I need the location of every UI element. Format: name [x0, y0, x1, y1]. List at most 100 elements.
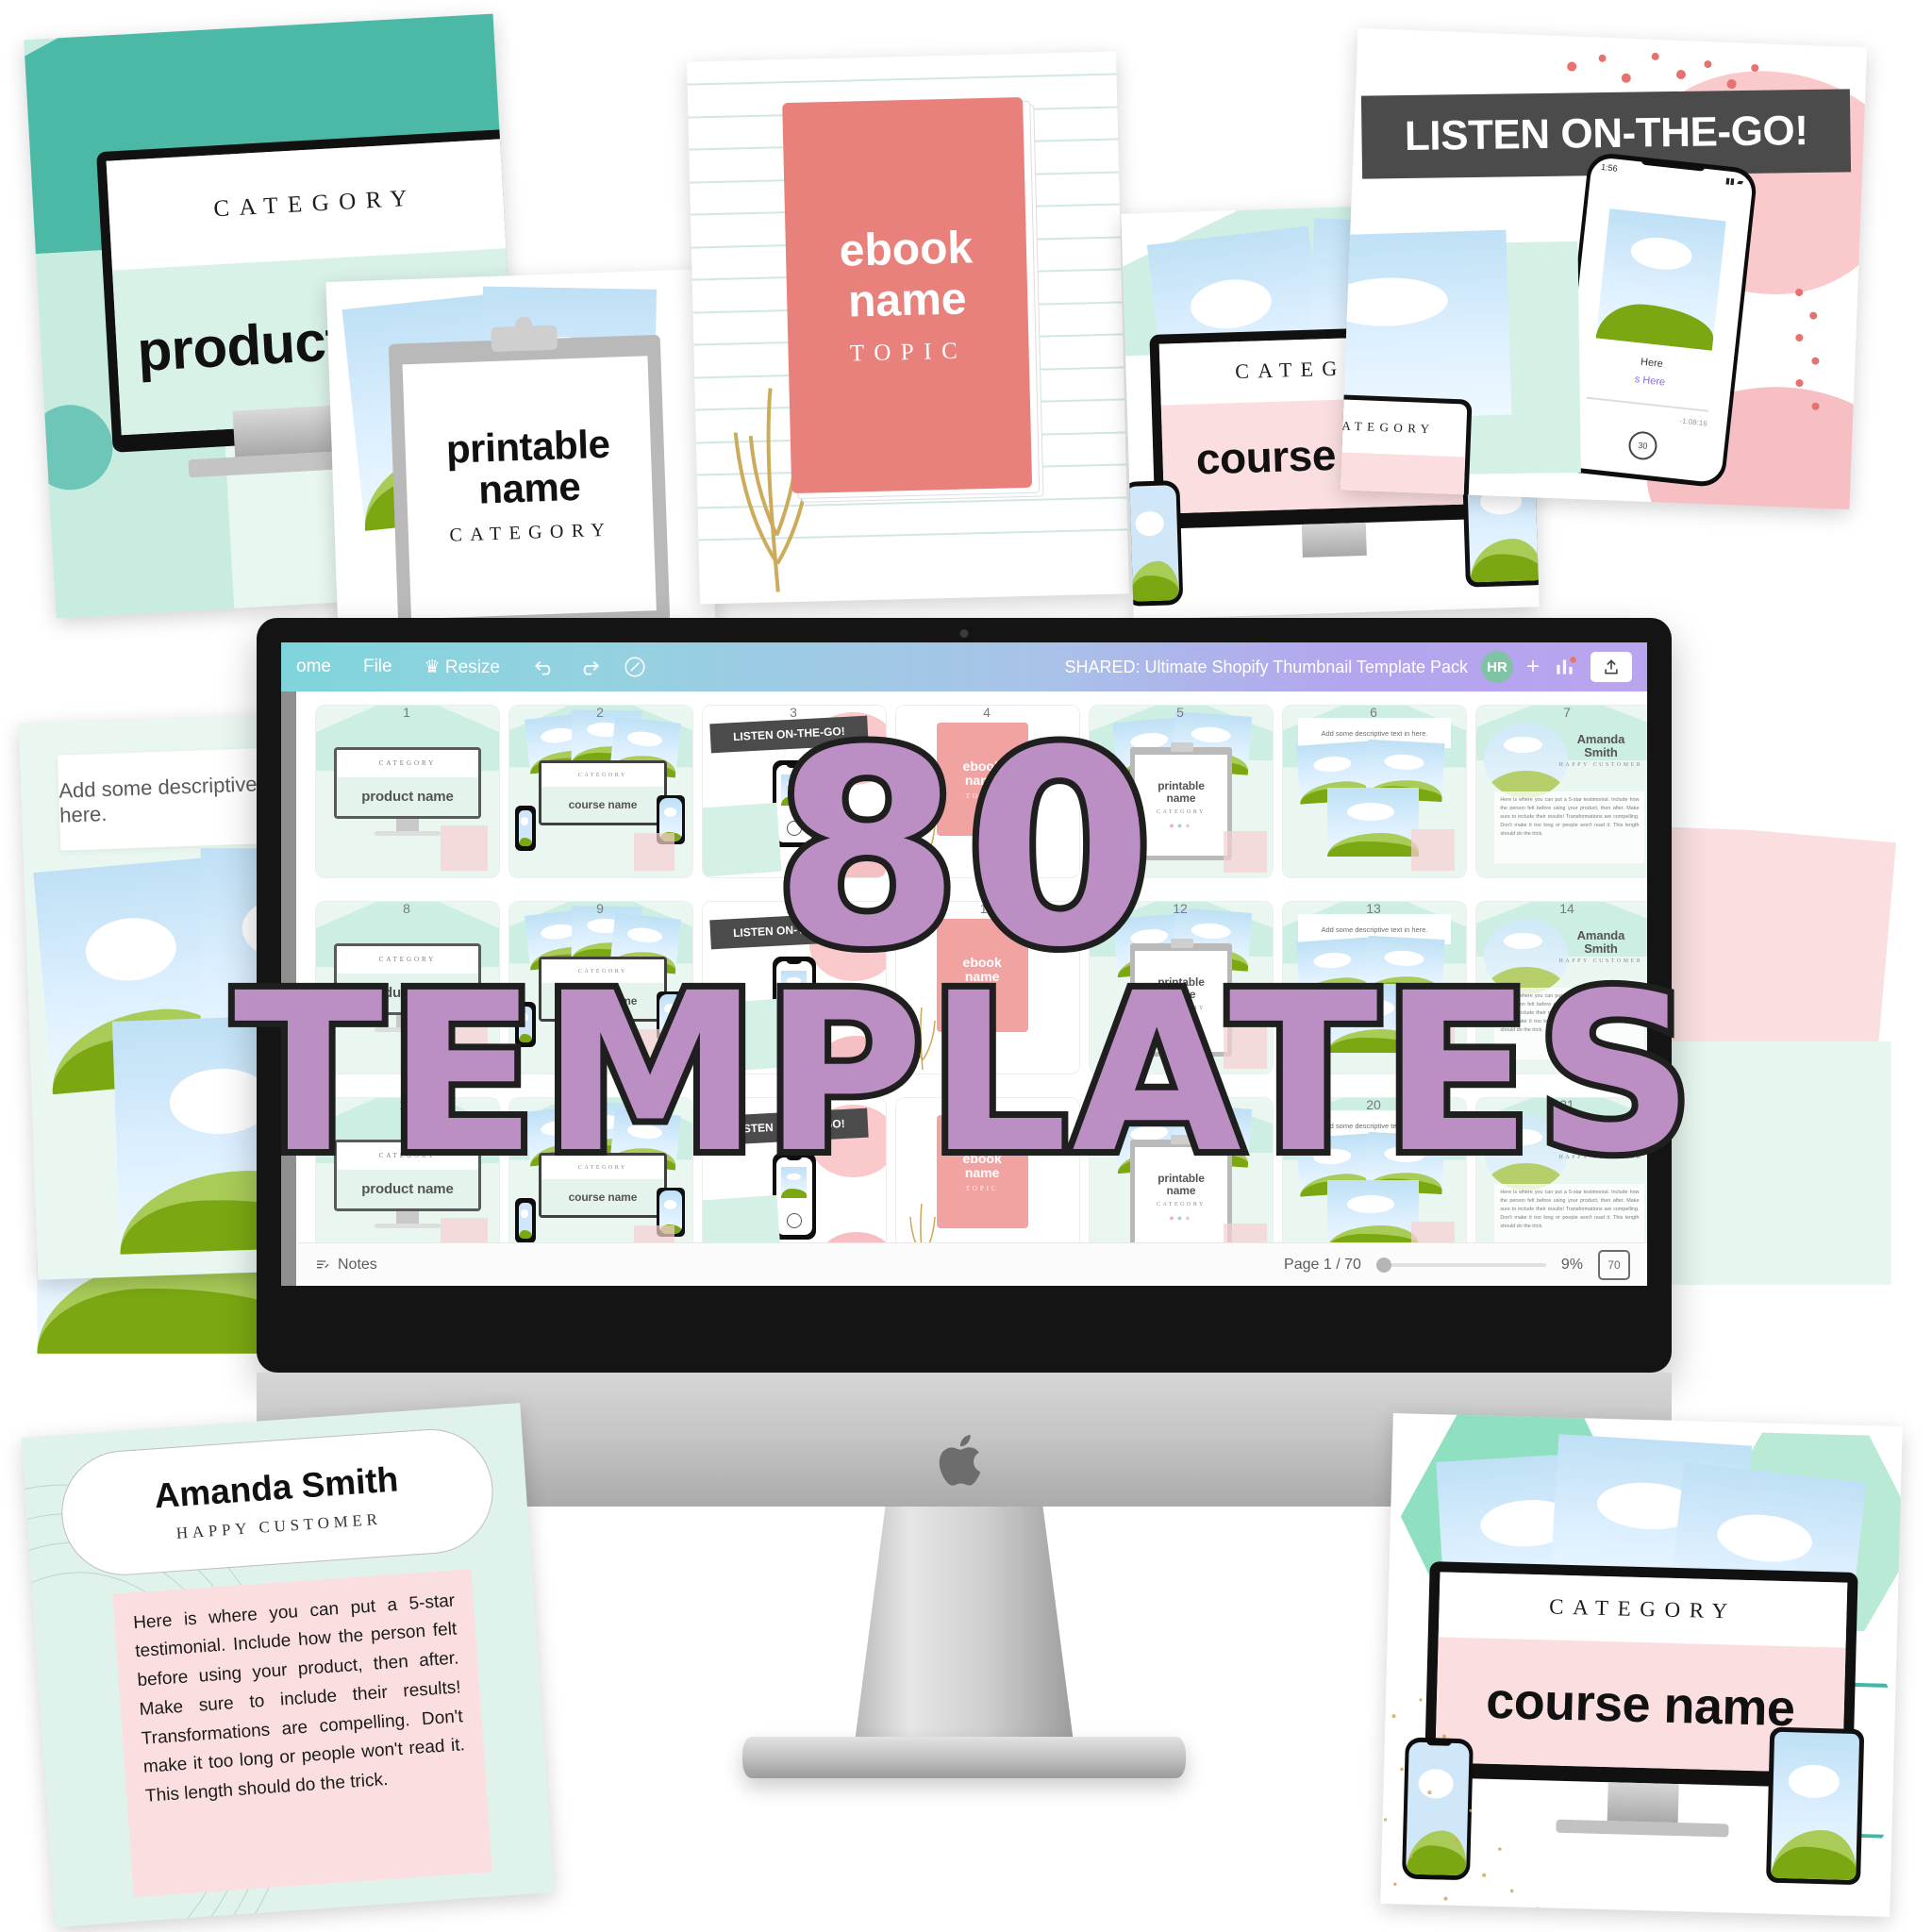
listen-phone-clock: 1:56 [1600, 162, 1618, 175]
listen-phone-remaining: -1:08:16 [1678, 416, 1707, 428]
imac-stand-neck [855, 1507, 1074, 1742]
canva-page-thumbnail[interactable]: CATEGORY product name [315, 1097, 500, 1242]
testimonial-quote: Here is where you can put a 5-star testi… [132, 1591, 466, 1807]
canva-page-thumbnail[interactable]: Amanda Smith HAPPY CUSTOMER Here is where y… [1475, 705, 1647, 878]
canva-page-number: 13 [1366, 901, 1381, 916]
canva-page-number: 10 [786, 901, 801, 916]
cloud-saved-icon[interactable] [623, 655, 647, 679]
canva-page-number: 7 [1563, 705, 1571, 720]
canva-page-number: 11 [979, 901, 994, 916]
canva-page-number: 6 [1370, 705, 1377, 720]
canva-status-bar: Notes Page 1 / 70 9% 70 [298, 1242, 1647, 1286]
collage-course-top-phone [1121, 479, 1184, 607]
collage-ebook-line3: TOPIC [849, 338, 968, 367]
undo-icon[interactable] [532, 655, 557, 679]
canva-design-title[interactable]: SHARED: Ultimate Shopify Thumbnail Templ… [1064, 658, 1468, 677]
canva-page-number: 15 [399, 1097, 414, 1112]
canva-page-thumbnail[interactable]: ebook name TOPIC [895, 1097, 1080, 1242]
canva-page-thumbnail[interactable]: Amanda Smith HAPPY CUSTOMER Here is where y… [1475, 901, 1647, 1074]
canva-page-number: 12 [1173, 901, 1188, 916]
canva-toolbar: ome File ♛ Resize SHARED: Ultimate Shopi… [281, 642, 1647, 691]
collage-course-bottom-tablet [1765, 1726, 1864, 1886]
canva-page-number: 18 [979, 1097, 994, 1112]
canva-page-thumbnail[interactable]: printable name CATEGORY ●●● [1089, 705, 1274, 878]
canva-title-area: SHARED: Ultimate Shopify Thumbnail Templ… [1064, 651, 1632, 683]
canva-page-thumbnail[interactable]: LISTEN ON-THE-GO! [702, 901, 887, 1074]
canva-page-number: 1 [403, 705, 410, 720]
collage-listen-card: LISTEN ON-THE-GO! 1:56 ▮▮ ▰ Here s Here … [1340, 27, 1868, 510]
canva-page-number: 4 [983, 705, 991, 720]
collage-testimonial-card: Amanda Smith HAPPY CUSTOMER Here is wher… [21, 1403, 555, 1927]
canva-sidebar[interactable] [281, 691, 296, 1286]
toolbar-resize-button[interactable]: ♛ Resize [425, 657, 500, 678]
canva-page-number: 14 [1559, 901, 1574, 916]
canva-page-number: 2 [596, 705, 604, 720]
canva-page-thumbnail[interactable]: printable name CATEGORY ●●● [1089, 901, 1274, 1074]
add-member-button[interactable]: + [1526, 654, 1540, 680]
notes-button[interactable]: Notes [315, 1257, 377, 1274]
confetti-dots-right-icon [1795, 288, 1820, 410]
collage-ebook-line2: name [847, 274, 968, 327]
testimonial-role: HAPPY CUSTOMER [175, 1509, 383, 1542]
collage-product-category: CATEGORY [212, 185, 418, 223]
testimonial-quote-box: Here is where you can put a 5-star testi… [112, 1568, 493, 1897]
canva-page-thumbnail[interactable]: LISTEN ON-THE-GO! [702, 705, 887, 878]
gold-glitter-icon [1384, 1698, 1541, 1910]
share-button[interactable] [1591, 652, 1632, 682]
product-mockup-canvas: Add some descriptive text in here. CATEG… [0, 0, 1932, 1932]
canva-page-number: 16 [592, 1097, 608, 1112]
listen-phone: 1:56 ▮▮ ▰ Here s Here -1:08:16 30 [1554, 151, 1758, 490]
canva-page-thumbnail[interactable]: ebook name TOPIC [895, 705, 1080, 878]
toolbar-home-button[interactable]: ome [296, 657, 331, 677]
collage-course-bottom-category: CATEGORY [1548, 1594, 1738, 1624]
imac-stand-foot [742, 1737, 1186, 1778]
canva-page-number: 19 [1173, 1097, 1188, 1112]
collage-ebook-line1: ebook [839, 223, 974, 276]
listen-phone-status-icons: ▮▮ ▰ [1724, 175, 1744, 188]
canva-page-thumbnail[interactable]: printable name CATEGORY ●●● [1089, 1097, 1274, 1242]
collage-ebook-card: ebook name TOPIC [687, 51, 1129, 605]
collage-printable-category: CATEGORY [449, 519, 613, 546]
canva-page-grid: CATEGORY product name 1 CATEGORY course name… [298, 691, 1647, 1242]
canva-page-thumbnail[interactable]: LISTEN ON-THE-GO! [702, 1097, 887, 1242]
insights-icon[interactable] [1553, 655, 1577, 679]
zoom-level[interactable]: 9% [1561, 1257, 1583, 1274]
imac-camera-icon [959, 629, 969, 638]
grid-view-button[interactable]: 70 [1598, 1249, 1630, 1280]
collage-printable-line1: printable [445, 421, 611, 472]
collage-printables-card: printable name CATEGORY [325, 269, 716, 641]
canva-page-number: 5 [1176, 705, 1184, 720]
imac-body: ome File ♛ Resize SHARED: Ultimate Shopi… [257, 618, 1672, 1373]
listen-phone-skip-icon: 30 [1626, 430, 1658, 462]
page-indicator[interactable]: Page 1 / 70 [1284, 1257, 1361, 1274]
canva-page-thumbnail[interactable]: ebook name TOPIC [895, 901, 1080, 1074]
canva-page-thumbnail[interactable]: Amanda Smith HAPPY CUSTOMER Here is where y… [1475, 1097, 1647, 1242]
canva-page-thumbnail[interactable]: CATEGORY course name [508, 901, 693, 1074]
zoom-slider-knob[interactable] [1375, 1257, 1391, 1273]
canva-page-number: 21 [1559, 1097, 1574, 1112]
canva-page-thumbnail[interactable]: CATEGORY product name [315, 901, 500, 1074]
notes-icon [317, 1259, 329, 1268]
canva-page-thumbnail[interactable]: CATEGORY course name [508, 705, 693, 878]
canva-page-number: 8 [403, 901, 410, 916]
listen-banner-text: LISTEN ON-THE-GO! [1404, 108, 1808, 159]
canva-page-thumbnail[interactable]: Add some descriptive text in here. [1282, 1097, 1467, 1242]
canva-page-thumbnail[interactable]: Add some descriptive text in here. [1282, 705, 1467, 878]
collage-course-card-bottom: CATEGORY course name [1380, 1413, 1903, 1917]
redo-icon[interactable] [577, 655, 602, 679]
imac-screen: ome File ♛ Resize SHARED: Ultimate Shopi… [281, 642, 1647, 1286]
canva-page-number: 17 [786, 1097, 801, 1112]
canva-page-number: 9 [596, 901, 604, 916]
zoom-slider[interactable] [1375, 1257, 1546, 1273]
collage-printable-line2: name [477, 463, 582, 512]
canva-page-thumbnail[interactable]: CATEGORY product name [315, 705, 500, 878]
avatar[interactable]: HR [1480, 651, 1513, 683]
canva-page-thumbnail[interactable]: Add some descriptive text in here. [1282, 901, 1467, 1074]
toolbar-file-menu[interactable]: File [363, 657, 392, 677]
share-icon [1605, 659, 1618, 675]
testimonial-name: Amanda Smith [153, 1459, 400, 1516]
canva-page-thumbnail[interactable]: CATEGORY course name [508, 1097, 693, 1242]
apple-logo-icon [939, 1434, 981, 1486]
crown-icon: ♛ [424, 657, 441, 677]
canva-page-number: 20 [1366, 1097, 1381, 1112]
